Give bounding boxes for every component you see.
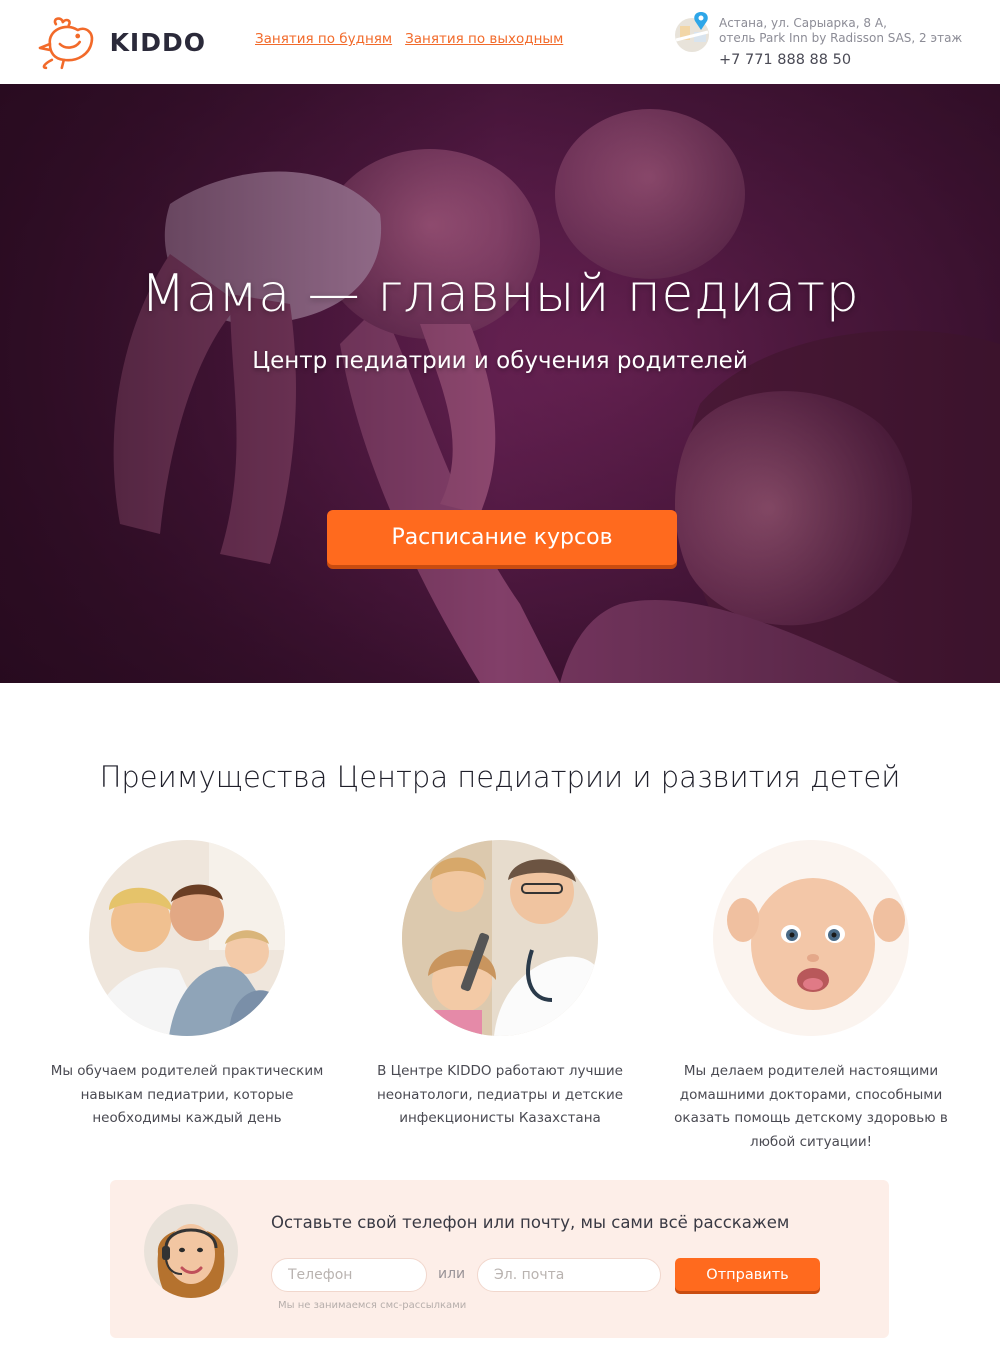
no-spam-note: Мы не занимаемся смс-рассылками — [278, 1300, 467, 1311]
baby-photo — [713, 840, 909, 1036]
phone-input[interactable] — [271, 1258, 427, 1292]
advantage-card-2: В Центре KIDDO работают лучшие неонатоло… — [355, 840, 645, 1131]
schedule-button[interactable]: Расписание курсов — [327, 510, 677, 565]
contact-block: Астана, ул. Сарыарка, 8 А, отель Park In… — [674, 10, 974, 74]
hero-mother-baby-image — [0, 84, 1000, 683]
nav-link-weekdays[interactable]: Занятия по будням — [255, 31, 392, 47]
form-heading: Оставьте свой телефон или почту, мы сами… — [271, 1213, 790, 1232]
nav-link-weekends[interactable]: Занятия по выходным — [405, 31, 563, 47]
logo-text: KIDDO — [109, 27, 206, 57]
logo[interactable]: KIDDO — [36, 14, 206, 70]
advantages-title: Преимущества Центра педиатрии и развития… — [99, 760, 901, 794]
main-nav: Занятия по будням Занятия по выходным — [255, 31, 563, 47]
address: Астана, ул. Сарыарка, 8 А, отель Park In… — [719, 16, 962, 46]
submit-button[interactable]: Отправить — [675, 1258, 820, 1291]
phone-number[interactable]: +7 771 888 88 50 — [719, 52, 851, 68]
advantage-card-3: Мы делаем родителей настоящими домашними… — [666, 840, 956, 1154]
map-pin-icon[interactable] — [674, 10, 712, 54]
hero-subtitle: Центр педиатрии и обучения родителей — [252, 348, 748, 374]
address-line-1: Астана, ул. Сарыарка, 8 А, — [719, 16, 887, 30]
doctor-photo — [402, 840, 598, 1036]
family-photo — [89, 840, 285, 1036]
address-line-2: отель Park Inn by Radisson SAS, 2 этаж — [719, 31, 963, 45]
advantage-text-1: Мы обучаем родителей практическим навыка… — [50, 1063, 324, 1126]
advantage-text-2: В Центре KIDDO работают лучшие неонатоло… — [376, 1063, 624, 1126]
hero-title: Мама — главный педиатр — [140, 264, 860, 324]
callback-form: Оставьте свой телефон или почту, мы сами… — [110, 1180, 889, 1338]
email-input[interactable] — [477, 1258, 661, 1292]
site-header: KIDDO Занятия по будням Занятия по выход… — [0, 0, 1000, 84]
hero-section: Мама — главный педиатр Центр педиатрии и… — [0, 84, 1000, 683]
operator-avatar — [144, 1204, 238, 1298]
or-label: или — [438, 1266, 466, 1282]
advantage-text-3: Мы делаем родителей настоящими домашними… — [674, 1063, 948, 1150]
advantage-card-1: Мы обучаем родителей практическим навыка… — [42, 840, 332, 1131]
bird-logo-icon — [38, 17, 94, 70]
